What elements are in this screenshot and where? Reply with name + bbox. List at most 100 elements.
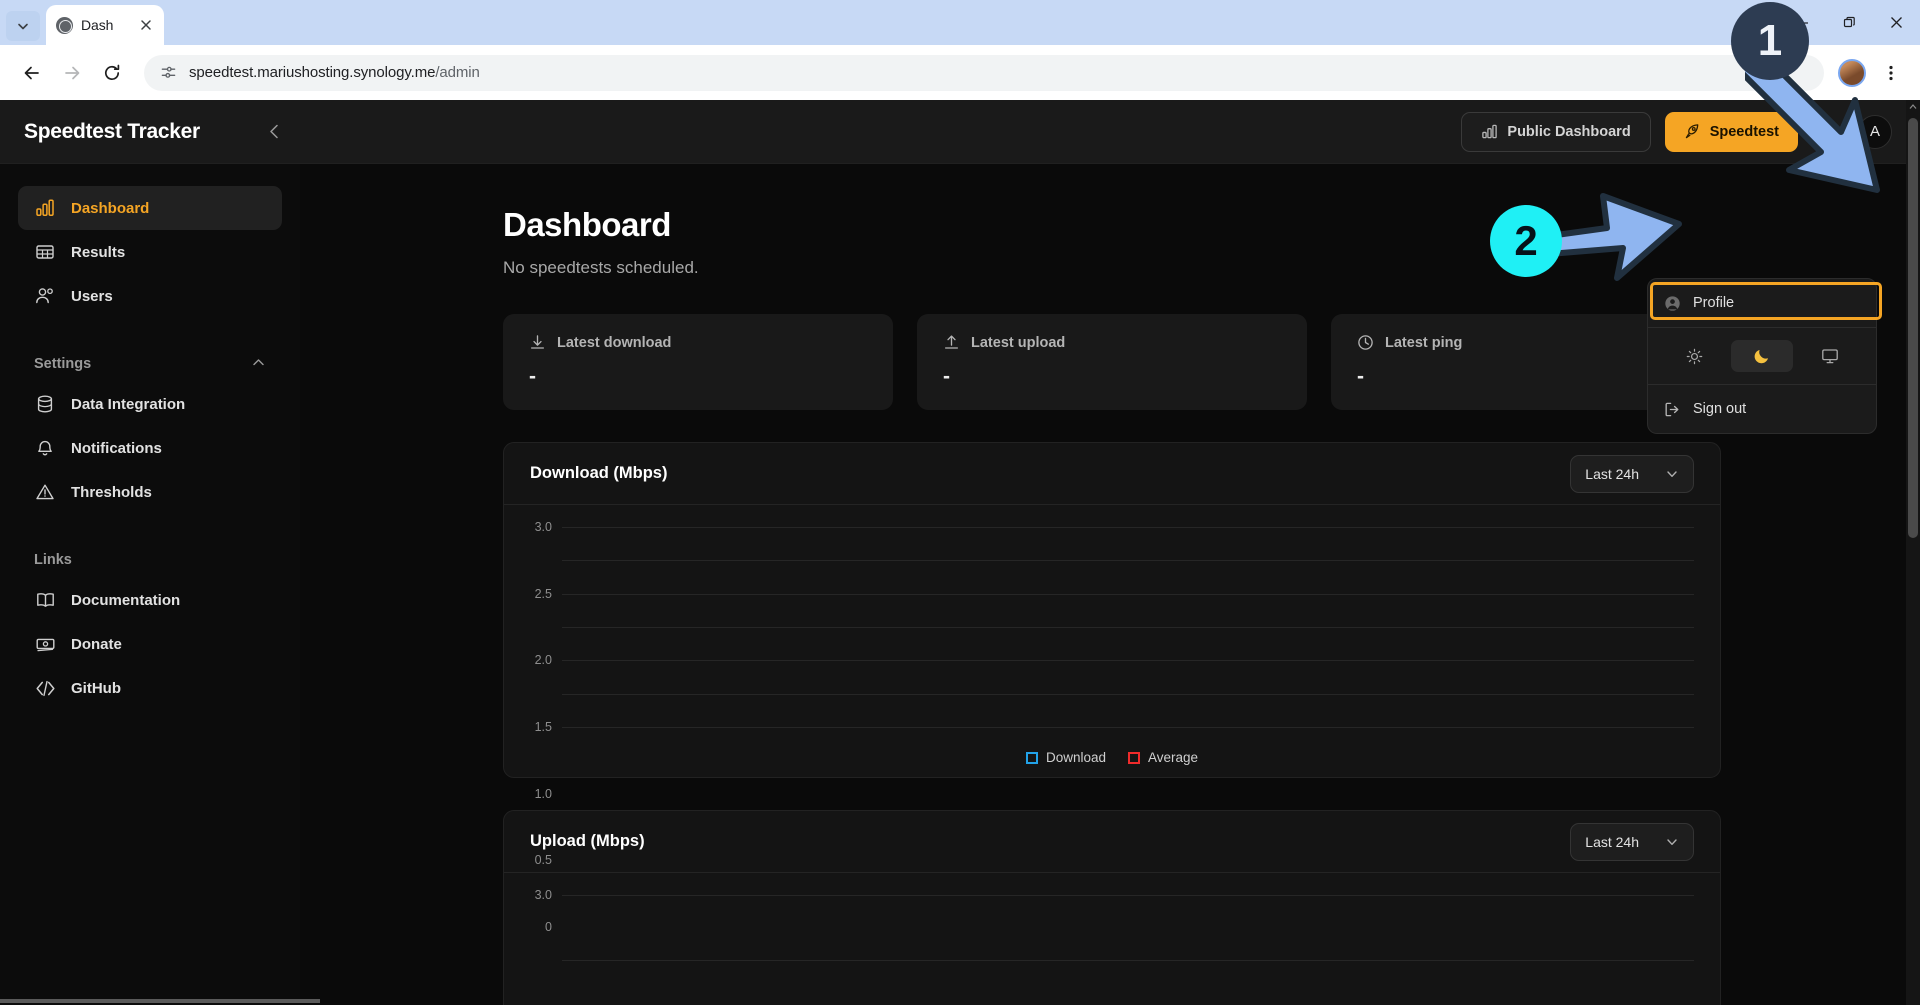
sidebar-item-results[interactable]: Results <box>18 230 282 274</box>
tune-icon[interactable] <box>160 64 177 81</box>
chart-header: Upload (Mbps) Last 24h <box>504 811 1720 873</box>
close-icon[interactable] <box>138 17 154 33</box>
arrow-right-icon <box>65 66 80 79</box>
sidebar-item-label: Notifications <box>71 439 162 457</box>
sidebar-collapse-button[interactable] <box>258 115 292 149</box>
arrow-left-icon <box>24 66 39 79</box>
scrollbar-thumb[interactable] <box>0 999 320 1003</box>
sidebar-item-label: Dashboard <box>71 199 150 217</box>
reload-icon <box>104 64 120 80</box>
sidebar-item-users[interactable]: Users <box>18 274 282 318</box>
sidebar-item-dashboard[interactable]: Dashboard <box>18 186 282 230</box>
divider <box>1648 327 1876 328</box>
chart-gridline: 2.0 <box>535 593 1694 667</box>
maximize-button[interactable] <box>1826 0 1873 45</box>
chart-card-download: Download (Mbps) Last 24h 3.0 2.5 2.0 1.5 1.0… <box>503 442 1721 934</box>
chart-legend: Download Average <box>530 750 1694 765</box>
sidebar-item-data-integration[interactable]: Data Integration <box>18 382 282 426</box>
forward-button[interactable] <box>54 55 90 91</box>
legend-item[interactable]: Download <box>1025 750 1106 765</box>
sidebar-horizontal-scrollbar[interactable] <box>0 997 320 1005</box>
kebab-menu-icon <box>1889 65 1893 80</box>
dropdown-item-sign-out[interactable]: Sign out <box>1653 390 1871 428</box>
alert-triangle-icon <box>34 481 56 503</box>
upload-icon <box>944 335 959 349</box>
annotation-badge-1: 1 <box>1731 2 1809 80</box>
book-icon <box>34 589 56 611</box>
sidebar-item-github[interactable]: GitHub <box>18 666 282 710</box>
chart-plot-area-upload: 3.02.52.0 <box>504 873 1720 1005</box>
stat-card-label: Latest upload <box>971 334 1066 351</box>
scrollbar-thumb[interactable] <box>1908 118 1918 538</box>
browser-tab[interactable]: Dash <box>46 5 164 45</box>
browser-menu-button[interactable] <box>1876 58 1906 88</box>
legend-label: Download <box>1045 750 1106 765</box>
public-dashboard-button[interactable]: Public Dashboard <box>1461 111 1651 152</box>
dropdown-item-profile[interactable]: Profile <box>1653 284 1871 322</box>
web-app: Speedtest Tracker Public Dashboard Speed… <box>0 100 1920 1005</box>
chart-gridline: 1.5 <box>535 627 1694 734</box>
sidebar-item-label: Users <box>71 287 113 305</box>
user-avatar[interactable]: A <box>1858 114 1892 149</box>
window-close-button[interactable] <box>1873 0 1920 45</box>
theme-system-button[interactable] <box>1799 340 1861 372</box>
browser-profile-avatar[interactable] <box>1838 58 1866 87</box>
sidebar-section-settings[interactable]: Settings <box>18 346 282 382</box>
legend-label: Average <box>1148 750 1199 765</box>
sidebar-item-notifications[interactable]: Notifications <box>18 426 282 470</box>
reload-button[interactable] <box>94 55 130 91</box>
stat-card-label: Latest download <box>557 334 672 351</box>
chart-gridline: 3.0 <box>535 888 1694 902</box>
stat-card-latest-upload: Latest upload - <box>917 314 1307 410</box>
sidebar-item-label: Data Integration <box>71 395 186 413</box>
restore-icon <box>1843 16 1855 28</box>
globe-icon <box>56 16 73 34</box>
public-dashboard-label: Public Dashboard <box>1507 123 1631 140</box>
chart-gridline: 3.0 <box>535 520 1694 534</box>
banknote-icon <box>34 633 56 655</box>
stat-card-header: Latest download <box>529 334 867 351</box>
bell-icon <box>1820 124 1836 140</box>
header-actions: Public Dashboard Speedtest A <box>1461 111 1920 152</box>
theme-dark-button[interactable] <box>1731 340 1793 372</box>
sidebar-item-label: Results <box>71 243 126 261</box>
chart-range-value: Last 24h <box>1585 833 1639 850</box>
stat-card-latest-download: Latest download - <box>503 314 893 410</box>
dropdown-item-label: Sign out <box>1693 401 1747 417</box>
notifications-button[interactable] <box>1812 116 1844 148</box>
chart-gridline: 0 <box>545 727 1694 934</box>
annotation-number: 2 <box>1514 217 1538 264</box>
bell-icon <box>34 437 56 459</box>
theme-switcher <box>1648 333 1876 379</box>
sidebar-item-thresholds[interactable]: Thresholds <box>18 470 282 514</box>
chart-range-select[interactable]: Last 24h <box>1570 454 1694 493</box>
users-icon <box>34 285 56 307</box>
bar-chart-icon <box>34 197 56 219</box>
page-vertical-scrollbar[interactable] <box>1906 100 1920 1005</box>
sidebar-item-donate[interactable]: Donate <box>18 622 282 666</box>
rocket-icon <box>1685 124 1699 139</box>
back-button[interactable] <box>14 55 50 91</box>
speedtest-label: Speedtest <box>1709 123 1779 140</box>
sidebar-item-documentation[interactable]: Documentation <box>18 578 282 622</box>
browser-tab-strip: Dash <box>0 0 1920 45</box>
chart-card-upload: Upload (Mbps) Last 24h 3.02.52.0 <box>503 810 1721 1005</box>
chart-grid: 3.02.52.0 <box>535 888 1694 1005</box>
chevron-up-icon <box>251 355 266 374</box>
address-bar[interactable]: speedtest.mariushosting.synology.me/admi… <box>144 54 1824 91</box>
chart-title: Upload (Mbps) <box>530 832 645 850</box>
sun-icon <box>1686 348 1702 364</box>
speedtest-button[interactable]: Speedtest <box>1664 111 1798 152</box>
chevron-down-icon <box>18 23 28 30</box>
chevron-left-icon <box>270 124 279 139</box>
table-icon <box>34 241 56 263</box>
theme-light-button[interactable] <box>1663 340 1725 372</box>
chart-range-select[interactable]: Last 24h <box>1570 822 1694 861</box>
tab-search-button[interactable] <box>6 11 40 41</box>
app-header: Speedtest Tracker Public Dashboard Speed… <box>0 100 1920 164</box>
page-title: Dashboard <box>503 206 671 243</box>
chevron-down-icon <box>1667 470 1677 477</box>
scroll-up-arrow-icon[interactable] <box>1906 100 1920 114</box>
legend-item[interactable]: Average <box>1128 750 1198 765</box>
